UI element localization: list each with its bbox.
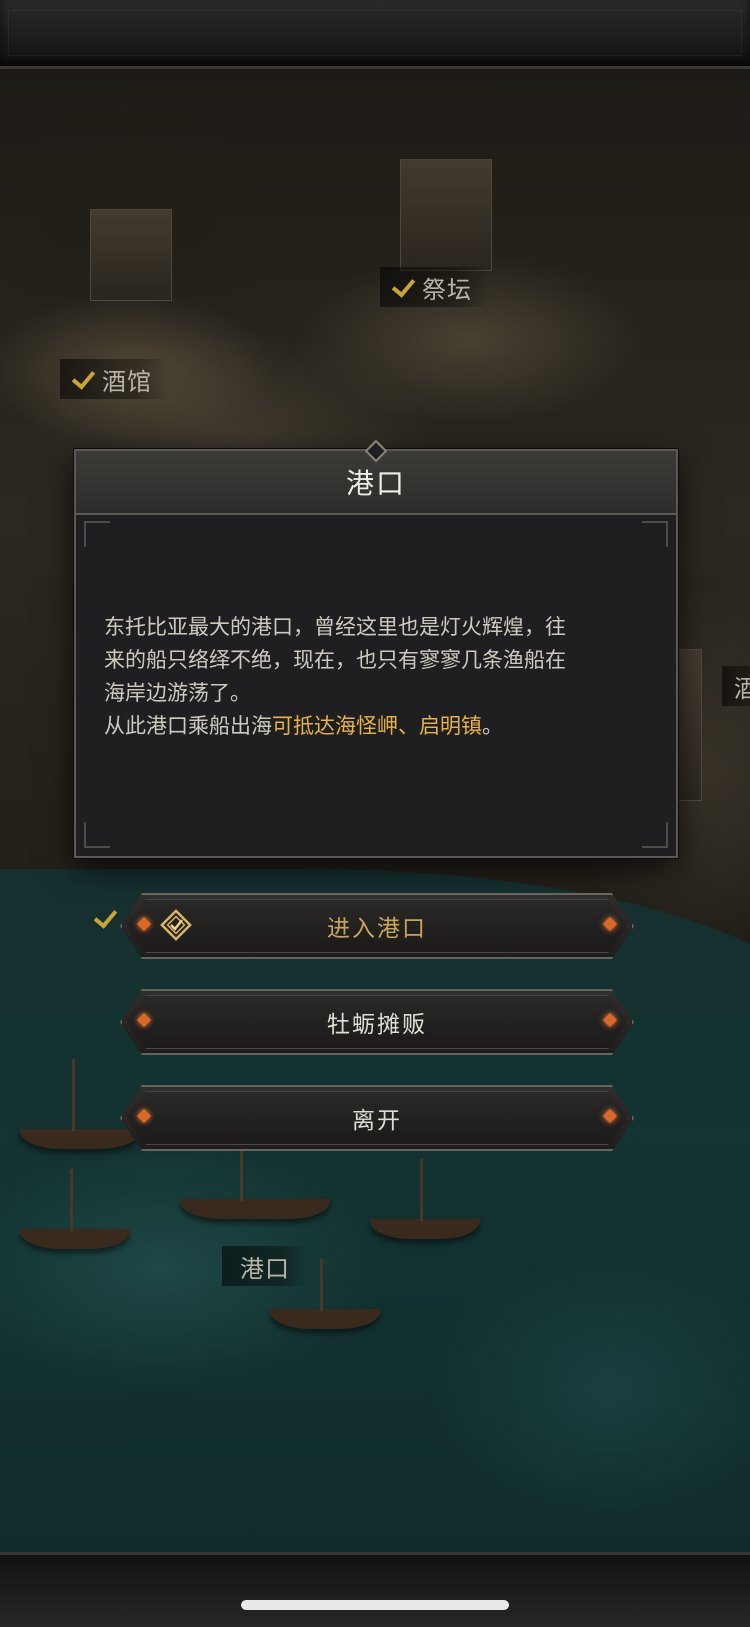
corner-ornament [642, 822, 668, 848]
corner-ornament [642, 521, 668, 547]
corner-ornament [84, 521, 110, 547]
map-label-tavern-text: 酒馆 [102, 367, 152, 396]
home-indicator[interactable] [241, 1600, 509, 1610]
altar-building [400, 159, 492, 271]
ship [20, 1129, 140, 1149]
quest-marker-icon [160, 909, 192, 941]
map-label-partial-text: 酒 [734, 674, 750, 703]
sea [0, 869, 750, 1552]
gem-icon [137, 1109, 151, 1123]
destination-highlight: 可抵达海怪岬、启明镇 [272, 714, 482, 738]
gem-icon [603, 1109, 617, 1123]
dialog-title: 港口 [345, 467, 406, 500]
gem-icon [603, 917, 617, 931]
ship [180, 1199, 330, 1219]
leave-label: 离开 [352, 1108, 402, 1134]
top-frame [0, 0, 750, 69]
map-label-port[interactable]: 港口 [222, 1246, 308, 1286]
map-label-altar[interactable]: 祭坛 [380, 267, 490, 307]
enter-port-button[interactable]: 进入港口 [120, 893, 634, 959]
leave-button[interactable]: 离开 [120, 1085, 634, 1151]
check-icon [92, 905, 118, 931]
enter-port-label: 进入港口 [327, 916, 427, 942]
oyster-vendor-label: 牡蛎摊贩 [327, 1012, 427, 1038]
gem-icon [137, 917, 151, 931]
check-icon [390, 274, 416, 300]
map-label-port-text: 港口 [240, 1254, 290, 1283]
location-dialog: 港口 东托比亚最大的港口，曾经这里也是灯火辉煌，往 来的船只络绎不绝，现在，也只… [74, 439, 678, 858]
map-label-tavern[interactable]: 酒馆 [60, 359, 170, 399]
tavern-building [90, 209, 172, 301]
gem-icon [603, 1013, 617, 1027]
check-icon [70, 366, 96, 392]
oyster-vendor-button[interactable]: 牡蛎摊贩 [120, 989, 634, 1055]
gem-icon [137, 1013, 151, 1027]
map-label-altar-text: 祭坛 [422, 275, 472, 304]
bottom-frame [0, 1552, 750, 1627]
dialog-description: 东托比亚最大的港口，曾经这里也是灯火辉煌，往 来的船只络绎不绝，现在，也只有寥寥… [104, 615, 566, 738]
map-label-partial[interactable]: 酒 [722, 666, 750, 706]
corner-ornament [84, 822, 110, 848]
